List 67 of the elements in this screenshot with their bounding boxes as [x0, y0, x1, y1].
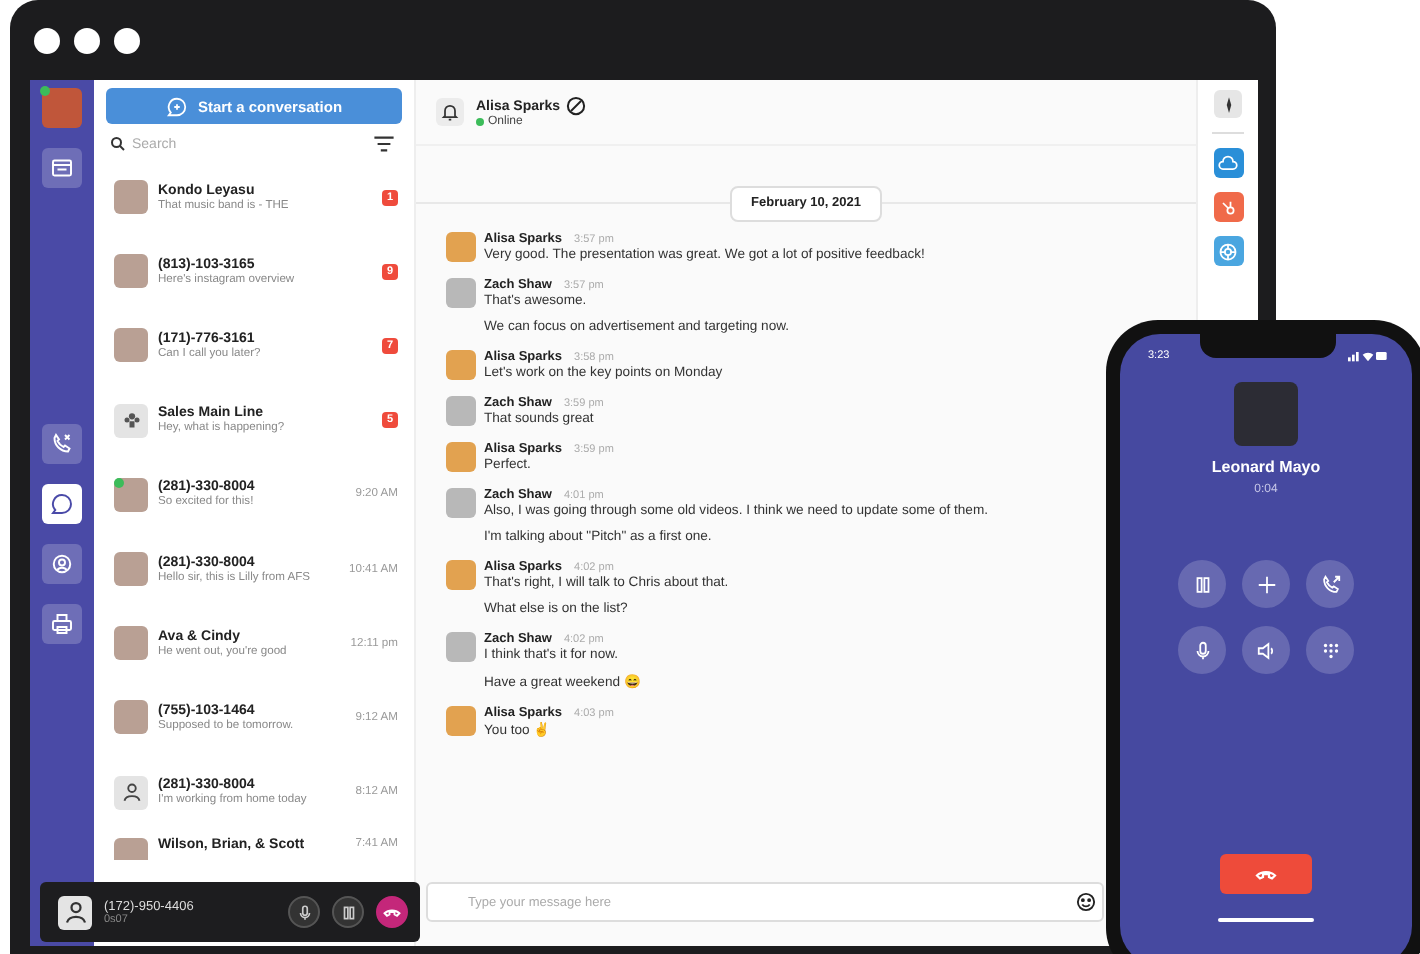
target-app-icon[interactable] [1213, 236, 1243, 266]
photo-placeholder [446, 350, 476, 380]
photo-placeholder [114, 700, 148, 735]
photo-placeholder [1234, 382, 1298, 446]
window-dot [114, 27, 140, 53]
photo-placeholder [446, 396, 476, 426]
hang-up-button[interactable] [376, 896, 408, 928]
fax-nav-button[interactable] [42, 604, 82, 644]
photo-placeholder [446, 706, 476, 736]
mute-button[interactable] [1178, 626, 1226, 674]
bell-icon [440, 102, 460, 122]
emoji-icon[interactable] [1076, 892, 1096, 912]
mute-button[interactable] [288, 896, 320, 928]
status-dot [476, 118, 484, 126]
chat-bubble-icon [165, 95, 188, 117]
photo-placeholder [114, 254, 148, 289]
calls-nav-button[interactable] [42, 424, 82, 464]
blocked-icon[interactable] [566, 96, 587, 116]
filter-icon[interactable] [374, 136, 394, 152]
chat-bubble-icon [50, 492, 74, 516]
microphone-icon [295, 903, 313, 921]
group-avatar-icon [114, 403, 148, 438]
hold-button[interactable] [332, 896, 364, 928]
calendar-icon [50, 156, 74, 180]
caller-name: Leonard Mayo [1211, 458, 1321, 476]
phone-notch [1200, 334, 1336, 358]
integrations-button[interactable] [1214, 90, 1242, 118]
phone-icon [50, 432, 74, 456]
window-dot [34, 27, 60, 53]
pause-icon [339, 903, 357, 921]
cloud-app-icon[interactable] [1213, 148, 1243, 178]
speaker-button[interactable] [1242, 626, 1290, 674]
photo-placeholder [446, 232, 476, 262]
pause-icon [1191, 573, 1213, 595]
printer-icon [50, 612, 74, 636]
home-indicator [1218, 918, 1314, 922]
photo-placeholder [446, 632, 476, 662]
photo-placeholder [446, 278, 476, 308]
photo-placeholder [114, 626, 148, 661]
photo-placeholder [114, 477, 148, 512]
add-button[interactable] [1242, 560, 1290, 608]
notifications-button[interactable] [436, 98, 464, 126]
photo-placeholder [446, 442, 476, 472]
person-avatar-icon [58, 895, 92, 929]
photo-placeholder [114, 328, 148, 363]
photo-placeholder [114, 552, 148, 587]
keypad-icon [1319, 639, 1341, 661]
microphone-icon [1191, 639, 1213, 661]
photo-placeholder [446, 560, 476, 590]
contacts-nav-button[interactable] [42, 544, 82, 584]
photo-placeholder [446, 488, 476, 518]
search-icon [110, 136, 126, 152]
person-avatar-icon [114, 775, 148, 810]
calendar-nav-button[interactable] [42, 148, 82, 188]
photo-placeholder [114, 180, 148, 215]
person-circle-icon [50, 552, 74, 576]
transfer-button[interactable] [1306, 560, 1354, 608]
chat-nav-button[interactable] [42, 484, 82, 524]
pause-button[interactable] [1178, 560, 1226, 608]
hub-app-icon[interactable] [1213, 192, 1243, 222]
plus-icon [1255, 573, 1277, 595]
speaker-icon [1255, 639, 1277, 661]
photo-placeholder [114, 837, 148, 860]
status-icons [1348, 350, 1388, 362]
phone-arrow-icon [1319, 573, 1341, 595]
keypad-button[interactable] [1306, 626, 1354, 674]
window-dot [74, 27, 100, 53]
